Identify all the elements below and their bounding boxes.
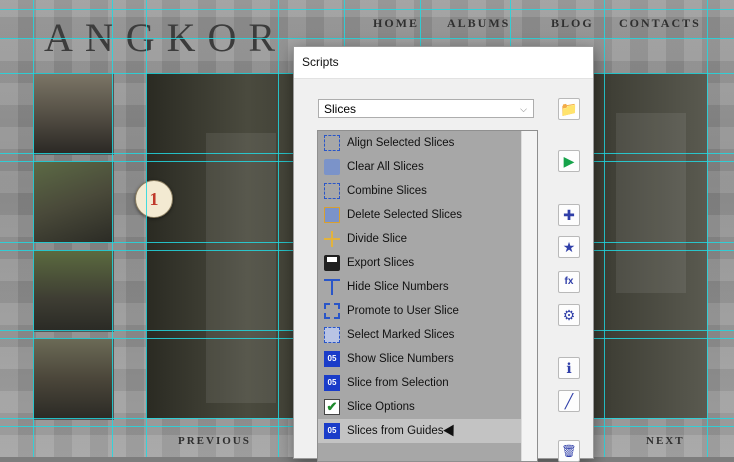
script-list-items: Align Selected Slices Clear All Slices C… bbox=[318, 131, 521, 461]
list-item-label: Hide Slice Numbers bbox=[347, 281, 449, 293]
nav-home[interactable]: HOME bbox=[373, 16, 419, 31]
list-item[interactable]: ✔ Slice Options bbox=[318, 395, 521, 419]
info-icon: ℹ bbox=[566, 360, 572, 376]
guide-vertical bbox=[604, 0, 605, 457]
list-item-label: Combine Slices bbox=[347, 185, 427, 197]
list-item[interactable]: Clear All Slices bbox=[318, 155, 521, 179]
slice-number-icon: 05 bbox=[324, 351, 340, 367]
script-list[interactable]: Align Selected Slices Clear All Slices C… bbox=[317, 130, 538, 462]
thumbnail-1[interactable] bbox=[33, 73, 114, 155]
pencil-icon: ╱ bbox=[564, 393, 574, 409]
list-item[interactable]: Combine Slices bbox=[318, 179, 521, 203]
guide-vertical bbox=[33, 0, 34, 457]
list-item-label: Export Slices bbox=[347, 257, 415, 269]
plus-icon: ✚ bbox=[563, 207, 575, 223]
category-select[interactable]: Slices ⌵ bbox=[318, 99, 534, 118]
list-item-label: Select Marked Slices bbox=[347, 329, 455, 341]
floppy-disk-icon bbox=[324, 255, 340, 271]
guide-vertical bbox=[707, 0, 708, 457]
list-item-label: Slice from Selection bbox=[347, 377, 449, 389]
nav-albums[interactable]: ALBUMS bbox=[447, 16, 510, 31]
promote-slice-icon bbox=[324, 303, 340, 319]
fx-button[interactable]: fx bbox=[558, 271, 580, 293]
list-item[interactable]: 05 Slice from Selection bbox=[318, 371, 521, 395]
list-item[interactable]: Promote to User Slice bbox=[318, 299, 521, 323]
slice-number-marker: 1 bbox=[135, 180, 173, 218]
list-item-selected[interactable]: 05 Slices from Guides bbox=[318, 419, 521, 443]
list-item[interactable]: Export Slices bbox=[318, 251, 521, 275]
list-item[interactable]: Select Marked Slices bbox=[318, 323, 521, 347]
info-button[interactable]: ℹ bbox=[558, 357, 580, 379]
combine-slices-icon bbox=[324, 183, 340, 199]
list-item-label: Clear All Slices bbox=[347, 161, 424, 173]
select-slices-icon bbox=[324, 327, 340, 343]
hero-ruin bbox=[616, 113, 686, 293]
list-item-label: Divide Slice bbox=[347, 233, 408, 245]
guide-vertical bbox=[112, 0, 113, 457]
trash-icon bbox=[324, 159, 340, 175]
guide-horizontal bbox=[0, 9, 734, 10]
list-item[interactable]: Align Selected Slices bbox=[318, 131, 521, 155]
list-item-label: Slices from Guides bbox=[347, 425, 444, 437]
edit-button[interactable]: ╱ bbox=[558, 390, 580, 412]
list-item-label: Delete Selected Slices bbox=[347, 209, 463, 221]
star-icon: ★ bbox=[562, 239, 576, 255]
scripts-dialog: Scripts Slices ⌵ Align Selected Slices C… bbox=[293, 46, 594, 462]
list-item-label: Align Selected Slices bbox=[347, 137, 455, 149]
list-item-label: Slice Options bbox=[347, 401, 415, 413]
guide-vertical bbox=[278, 0, 279, 457]
list-scrollbar[interactable] bbox=[521, 131, 537, 461]
previous-link[interactable]: PREVIOUS bbox=[178, 435, 251, 447]
list-item[interactable]: 05 Show Slice Numbers bbox=[318, 347, 521, 371]
thumbnail-4[interactable] bbox=[33, 338, 114, 420]
thumbnail-3[interactable] bbox=[33, 250, 114, 332]
hero-column bbox=[206, 133, 276, 403]
play-icon: ▶ bbox=[563, 153, 575, 169]
settings-button[interactable]: ⚙ bbox=[558, 304, 580, 326]
category-select-value: Slices bbox=[324, 102, 357, 116]
chevron-down-icon: ⌵ bbox=[520, 104, 527, 114]
nav-blog[interactable]: BLOG bbox=[551, 16, 594, 31]
divide-slice-icon bbox=[324, 231, 340, 247]
fx-icon: fx bbox=[564, 276, 574, 287]
dialog-title[interactable]: Scripts bbox=[294, 47, 593, 79]
list-item[interactable]: Divide Slice bbox=[318, 227, 521, 251]
slice-number-icon: 05 bbox=[324, 423, 340, 439]
slice-number-icon: 05 bbox=[324, 375, 340, 391]
delete-button[interactable]: 🗑 bbox=[558, 440, 580, 462]
folder-icon: 📁 bbox=[560, 101, 578, 117]
checkbox-icon: ✔ bbox=[324, 399, 340, 415]
delete-slices-icon bbox=[324, 207, 340, 223]
hide-numbers-icon bbox=[324, 279, 340, 295]
list-item[interactable]: Delete Selected Slices bbox=[318, 203, 521, 227]
thumbnail-2[interactable] bbox=[33, 161, 114, 243]
list-item[interactable]: Hide Slice Numbers bbox=[318, 275, 521, 299]
favorite-button[interactable]: ★ bbox=[558, 236, 580, 258]
add-button[interactable]: ✚ bbox=[558, 204, 580, 226]
align-slices-icon bbox=[324, 135, 340, 151]
guide-horizontal bbox=[0, 38, 734, 39]
nav-contacts[interactable]: CONTACTS bbox=[619, 16, 701, 31]
next-link[interactable]: NEXT bbox=[646, 435, 685, 447]
folder-button[interactable]: 📁 bbox=[558, 98, 580, 120]
list-item-label: Show Slice Numbers bbox=[347, 353, 454, 365]
gear-icon: ⚙ bbox=[562, 307, 576, 323]
run-button[interactable]: ▶ bbox=[558, 150, 580, 172]
guide-vertical bbox=[146, 0, 147, 457]
trash-icon: 🗑 bbox=[561, 444, 577, 458]
list-item-label: Promote to User Slice bbox=[347, 305, 459, 317]
